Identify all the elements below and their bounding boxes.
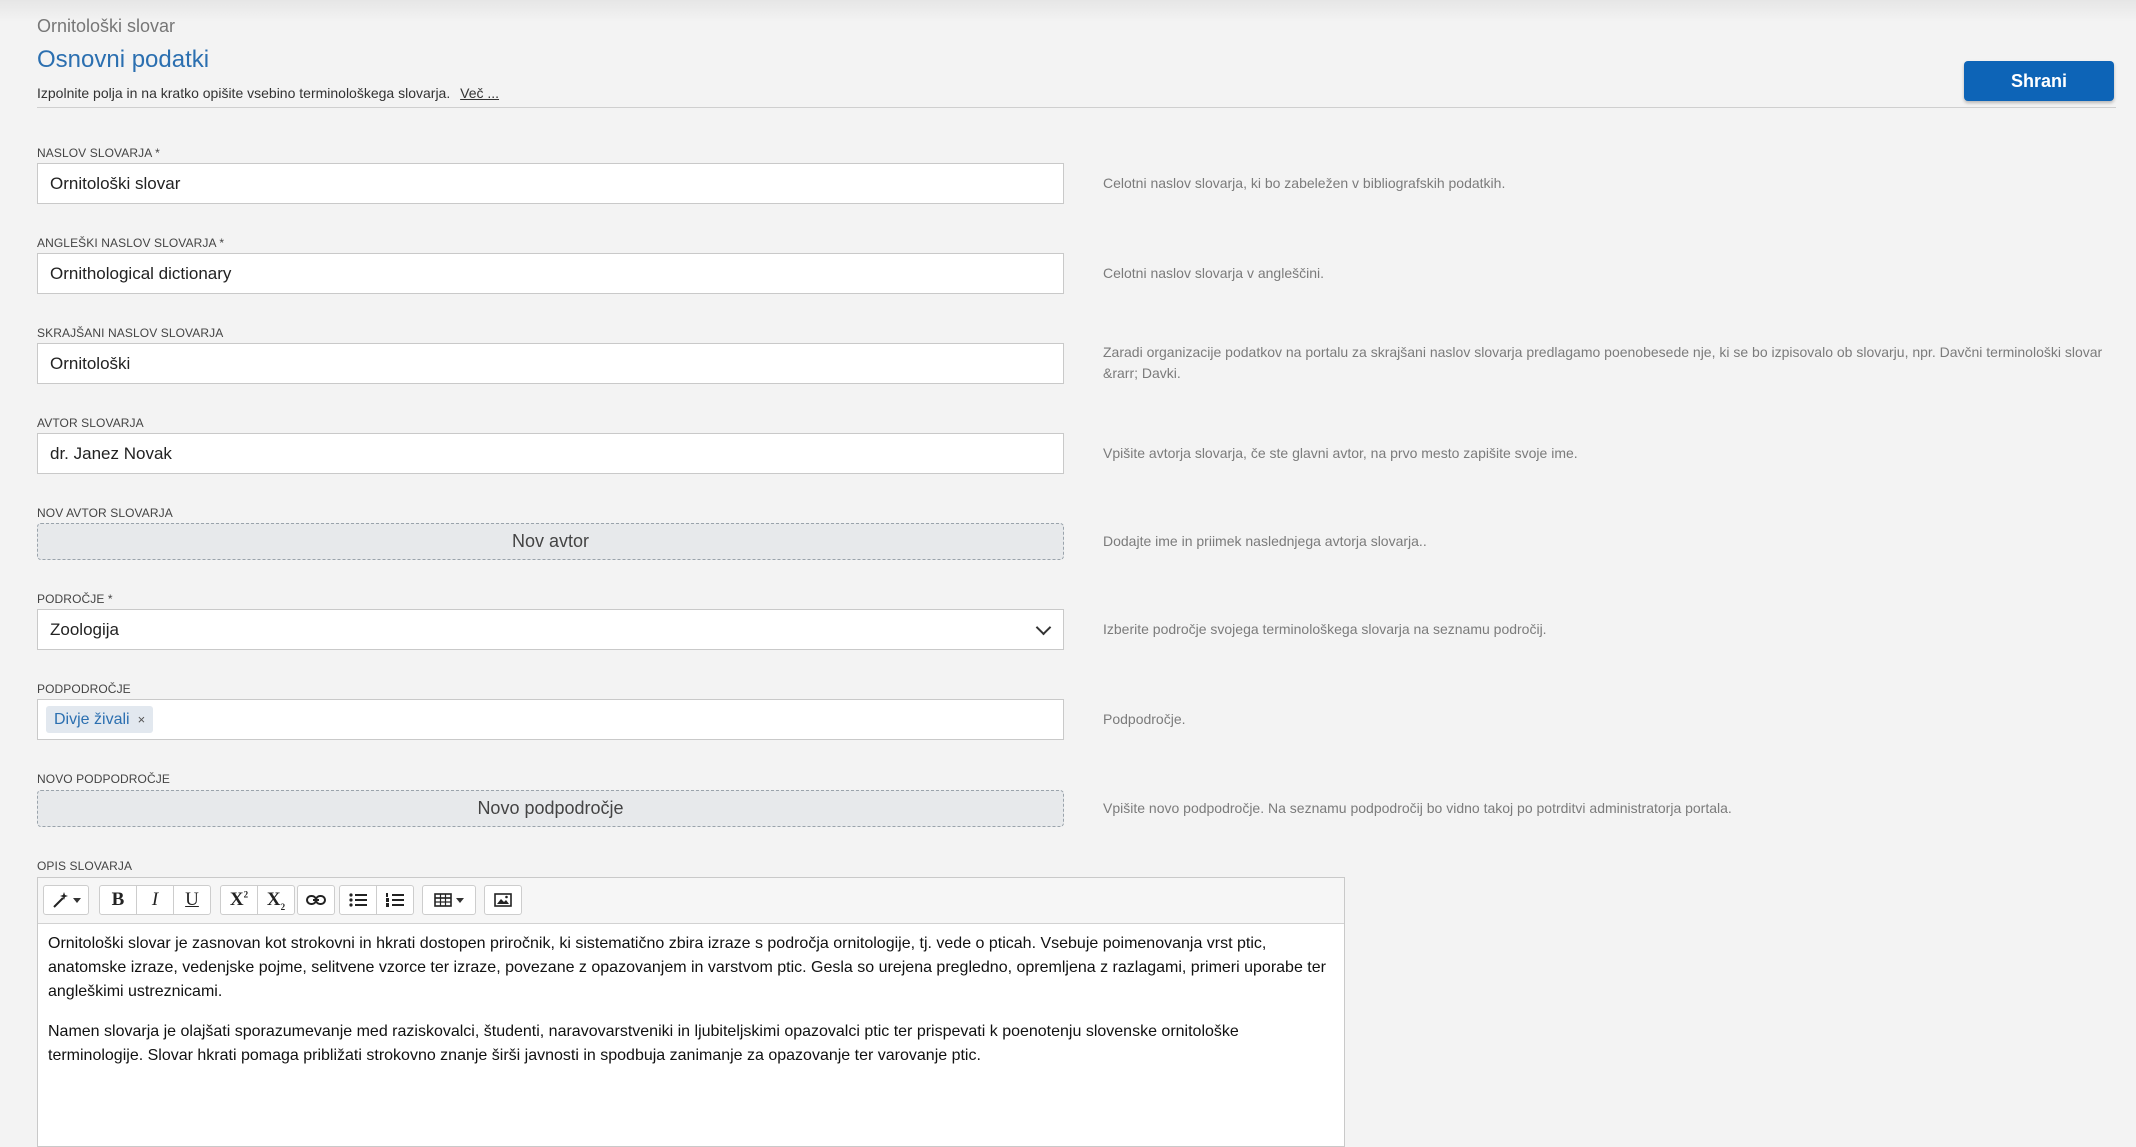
- description-paragraph: Ornitološki slovar je zasnovan kot strok…: [48, 935, 1326, 1000]
- subscript-icon[interactable]: X2: [257, 885, 295, 915]
- bullet-list-icon[interactable]: [339, 885, 377, 915]
- chevron-down-icon: [1035, 619, 1052, 636]
- editor-content[interactable]: Ornitološki slovar je zasnovan kot strok…: [38, 924, 1344, 1068]
- short-title-help: Zaradi organizacije podatkov na portalu …: [1103, 344, 2103, 381]
- underline-icon[interactable]: U: [173, 885, 211, 915]
- subdomain-help: Podpodročje.: [1103, 711, 1186, 727]
- magic-wand-icon[interactable]: [43, 885, 89, 915]
- top-shadow: [0, 0, 2136, 22]
- english-title-input[interactable]: Ornithological dictionary: [37, 253, 1064, 294]
- new-author-label: NOV AVTOR SLOVARJA: [37, 506, 173, 520]
- domain-selected-value: Zoologija: [50, 619, 119, 639]
- tag-remove-icon[interactable]: ×: [138, 712, 146, 727]
- new-subdomain-label: NOVO PODPODROČJE: [37, 772, 170, 786]
- subdomain-input[interactable]: Divje živali ×: [37, 699, 1064, 740]
- english-title-help: Celotni naslov slovarja v angleščini.: [1103, 265, 1324, 281]
- author-input[interactable]: dr. Janez Novak: [37, 433, 1064, 474]
- domain-help: Izberite področje svojega terminološkega…: [1103, 621, 1547, 637]
- subdomain-tag: Divje živali ×: [46, 706, 154, 733]
- short-title-label: SKRAJŠANI NASLOV SLOVARJA: [37, 326, 224, 340]
- description-paragraph: Namen slovarja je olajšati sporazumevanj…: [48, 1023, 1239, 1064]
- title-label: NASLOV SLOVARJA *: [37, 146, 160, 160]
- title-input[interactable]: Ornitološki slovar: [37, 163, 1064, 204]
- new-subdomain-help: Vpišite novo podpodročje. Na seznamu pod…: [1103, 800, 1732, 816]
- description-label: OPIS SLOVARJA: [37, 859, 133, 873]
- link-icon[interactable]: [297, 885, 335, 915]
- page-title: Osnovni podatki: [37, 46, 210, 73]
- new-author-help: Dodajte ime in priimek naslednjega avtor…: [1103, 533, 1427, 549]
- more-link[interactable]: Več ...: [460, 85, 499, 101]
- domain-label: PODROČJE *: [37, 592, 113, 606]
- numbered-list-icon[interactable]: [376, 885, 414, 915]
- table-icon[interactable]: [422, 885, 476, 915]
- superscript-icon[interactable]: X2: [220, 885, 258, 915]
- title-help: Celotni naslov slovarja, ki bo zabeležen…: [1103, 175, 1506, 191]
- intro-description: Izpolnite polja in na kratko opišite vse…: [37, 85, 451, 101]
- breadcrumb: Ornitološki slovar: [37, 16, 176, 36]
- header-divider: [37, 107, 2116, 108]
- subdomain-tag-label: Divje živali: [54, 710, 130, 728]
- image-icon[interactable]: [484, 885, 522, 915]
- description-editor[interactable]: B I U X2 X2 Ornitološki slovar je zasnov…: [37, 877, 1345, 1147]
- domain-select[interactable]: Zoologija: [37, 609, 1064, 650]
- save-button[interactable]: Shrani: [1964, 61, 2114, 101]
- author-help: Vpišite avtorja slovarja, če ste glavni …: [1103, 445, 1578, 461]
- new-subdomain-button[interactable]: Novo podpodročje: [37, 790, 1064, 827]
- english-title-label: ANGLEŠKI NASLOV SLOVARJA *: [37, 236, 225, 250]
- new-author-button[interactable]: Nov avtor: [37, 523, 1064, 560]
- subdomain-label: PODPODROČJE: [37, 682, 131, 696]
- author-label: AVTOR SLOVARJA: [37, 416, 144, 430]
- italic-icon[interactable]: I: [136, 885, 174, 915]
- intro-text: Izpolnite polja in na kratko opišite vse…: [37, 85, 499, 101]
- bold-icon[interactable]: B: [99, 885, 137, 915]
- editor-toolbar: B I U X2 X2: [38, 878, 1344, 924]
- short-title-input[interactable]: Ornitološki: [37, 343, 1064, 384]
